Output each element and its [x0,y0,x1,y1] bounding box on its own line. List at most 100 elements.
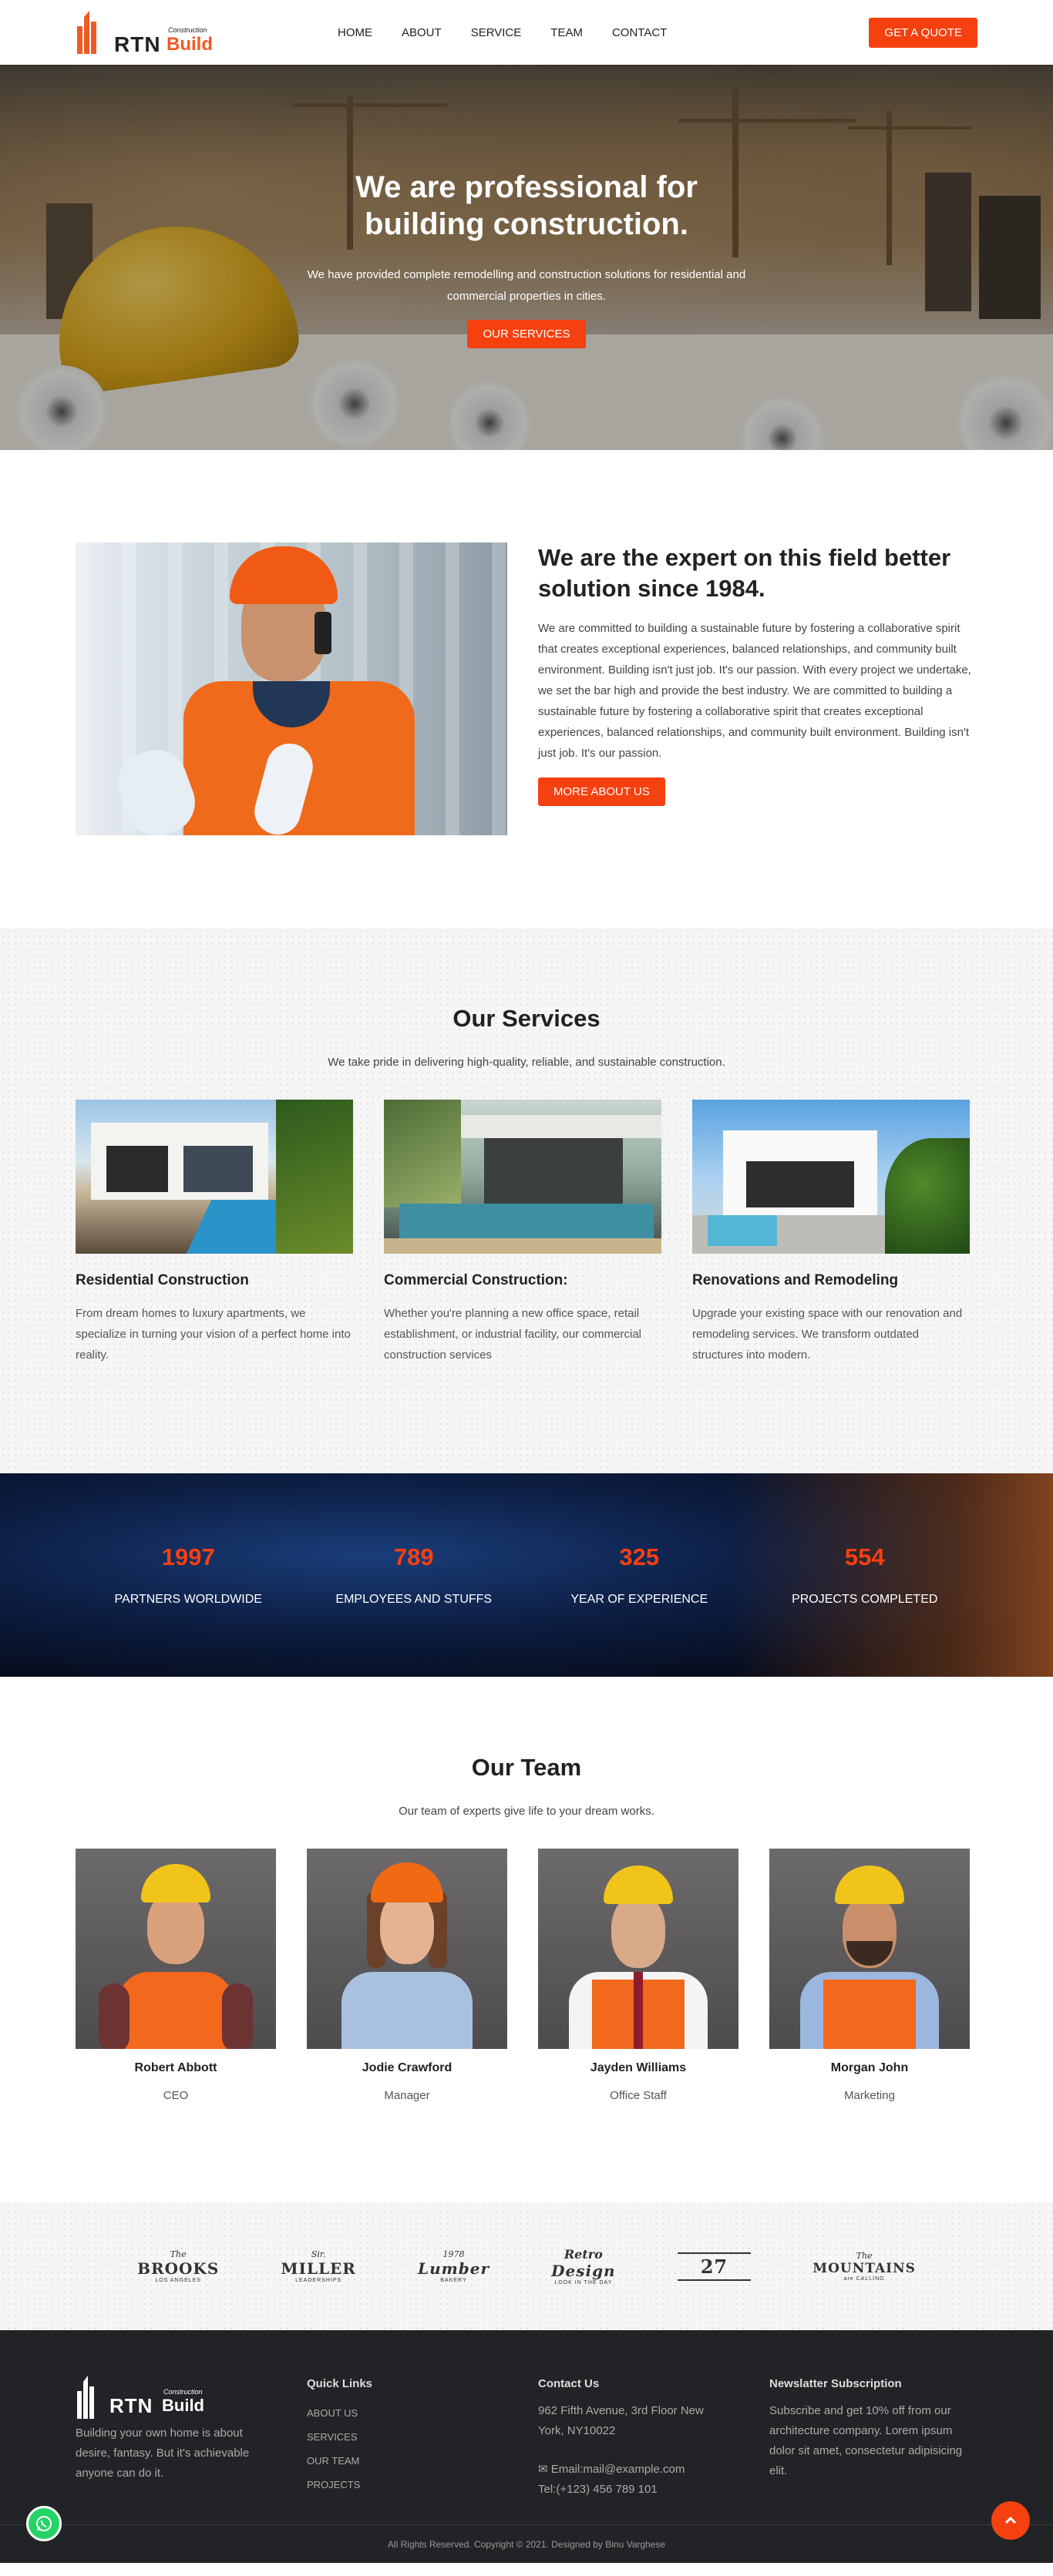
site-header: Construction RTN Build HOME ABOUT SERVIC… [0,0,1053,65]
team-subtitle: Our team of experts give life to your dr… [399,1805,654,1818]
service-card[interactable]: Residential Construction From dream home… [76,1100,353,1365]
footer-link-services[interactable]: SERVICES [307,2425,538,2449]
client-logo-sub: LOOK IN THE DAY [554,2280,613,2285]
logo-rtn: RTN [114,32,161,56]
client-logo-top: The [170,2249,187,2259]
nav-team[interactable]: TEAM [550,26,583,39]
more-about-button[interactable]: MORE ABOUT US [538,778,665,806]
member-photo [76,1849,276,2049]
residential-photo [76,1100,353,1254]
client-logo-main: Design [551,2262,616,2280]
client-logo: 1978 Lumber BAKERY [418,2249,489,2283]
client-logo-main: BROOKS [137,2259,220,2278]
service-text: Upgrade your existing space with our ren… [692,1307,963,1362]
footer-logo-tagline: Construction [163,2388,203,2396]
main-nav: HOME ABOUT SERVICE TEAM CONTACT [338,26,667,39]
commercial-photo [384,1100,661,1254]
team-member-card[interactable]: Jodie Crawford Manager [307,1849,507,2102]
renovation-photo [692,1100,970,1254]
service-title: Renovations and Remodeling [692,1272,899,1288]
about-text: We are committed to building a sustainab… [538,622,971,760]
clients-section: The BROOKS LOS ANGELES Sir. MILLER LEADE… [0,2202,1053,2330]
hero-text: We have provided complete remodelling an… [307,268,746,303]
service-title: Commercial Construction: [384,1272,568,1288]
client-logo-main: Lumber [418,2259,490,2278]
client-logo-main: MILLER [281,2259,356,2278]
counter-label: YEAR OF EXPERIENCE [570,1593,708,1606]
counter-label: EMPLOYEES AND STUFFS [335,1593,493,1606]
logo-build: Build [167,34,213,55]
counter-item: 1997 PARTNERS WORLDWIDE [76,1543,301,1607]
quick-links-title: Quick Links [307,2377,373,2390]
member-role: Manager [384,2089,430,2102]
team-member-card[interactable]: Robert Abbott CEO [76,1849,276,2102]
service-card[interactable]: Commercial Construction: Whether you're … [384,1100,661,1365]
service-title: Residential Construction [76,1272,249,1288]
logo-building-icon [77,2376,94,2419]
counter-item: 789 EMPLOYEES AND STUFFS [301,1543,527,1607]
team-title: Our Team [471,1754,582,1781]
services-section: Our Services We take pride in delivering… [0,928,1053,1473]
service-text: Whether you're planning a new office spa… [384,1307,642,1362]
site-logo[interactable]: Construction RTN Build [76,11,330,56]
counter-label: PARTNERS WORLDWIDE [114,1593,262,1606]
member-photo [769,1849,970,2049]
email-icon: ✉ [538,2463,551,2476]
about-section: We are the expert on this field better s… [0,450,1053,928]
footer-logo-build: Build [162,2396,204,2415]
client-logo: 27 [677,2252,752,2281]
footer-logo[interactable]: Construction RTN Build [76,2373,307,2419]
about-title: We are the expert on this field better s… [538,544,951,602]
nav-home[interactable]: HOME [338,26,372,39]
member-role: Marketing [844,2089,895,2102]
get-quote-button[interactable]: GET A QUOTE [869,17,977,48]
services-title: Our Services [452,1005,601,1032]
client-logo: Retro Design LOOK IN THE DAY [551,2247,615,2285]
client-logo-main: 27 [700,2255,728,2278]
client-logo: The MOUNTAINS are CALLING [812,2251,916,2282]
contact-email[interactable]: Email:mail@example.com [551,2463,685,2476]
service-text: From dream homes to luxury apartments, w… [76,1307,351,1362]
client-logo: The BROOKS LOS ANGELES [137,2249,219,2283]
client-logo: Sir. MILLER LEADERSHIPS [281,2249,355,2283]
contact-phone[interactable]: Tel:(+123) 456 789 101 [538,2480,769,2500]
footer-link-about[interactable]: ABOUT US [307,2401,538,2425]
newsletter-text: Subscribe and get 10% off from our archi… [769,2404,963,2477]
member-name: Morgan John [830,2061,909,2074]
client-logo-sub: LOS ANGELES [155,2278,201,2283]
our-services-button[interactable]: OUR SERVICES [467,320,586,348]
client-logo-top: Sir. [311,2249,326,2259]
service-card[interactable]: Renovations and Remodeling Upgrade your … [692,1100,970,1365]
member-role: Office Staff [610,2089,667,2102]
team-member-card[interactable]: Jayden Williams Office Staff [538,1849,738,2102]
nav-contact[interactable]: CONTACT [612,26,667,39]
footer-link-team[interactable]: OUR TEAM [307,2449,538,2473]
nav-about[interactable]: ABOUT [402,26,442,39]
team-section: Our Team Our team of experts give life t… [0,1677,1053,2202]
footer-about-text: Building your own home is about desire, … [76,2427,250,2480]
client-logo-top: Retro [564,2247,603,2262]
nav-service[interactable]: SERVICE [471,26,522,39]
team-member-card[interactable]: Morgan John Marketing [769,1849,970,2102]
member-name: Robert Abbott [134,2061,217,2074]
whatsapp-button[interactable] [26,2506,62,2541]
client-logo-sub: are CALLING [843,2276,885,2282]
client-logo-sub: BAKERY [440,2278,467,2283]
logo-tagline: Construction [168,26,207,34]
engineer-photo [76,542,507,835]
logo-building-icon [77,11,96,54]
counters-section: 1997 PARTNERS WORLDWIDE 789 EMPLOYEES AN… [0,1473,1053,1677]
whatsapp-icon [36,2516,52,2531]
counter-item: 325 YEAR OF EXPERIENCE [526,1543,752,1607]
footer-link-projects[interactable]: PROJECTS [307,2473,538,2497]
footer-logo-rtn: RTN [109,2394,153,2417]
copyright-text: All Rights Reserved. Copyright © 2021. D… [0,2524,1053,2563]
contact-title: Contact Us [538,2377,600,2390]
member-name: Jodie Crawford [362,2061,452,2074]
client-logo-main: MOUNTAINS [812,2261,916,2276]
member-name: Jayden Williams [590,2061,687,2074]
member-role: CEO [163,2089,189,2102]
counter-number: 789 [393,1543,434,1570]
counter-label: PROJECTS COMPLETED [792,1593,938,1606]
scroll-to-top-button[interactable] [991,2501,1030,2540]
